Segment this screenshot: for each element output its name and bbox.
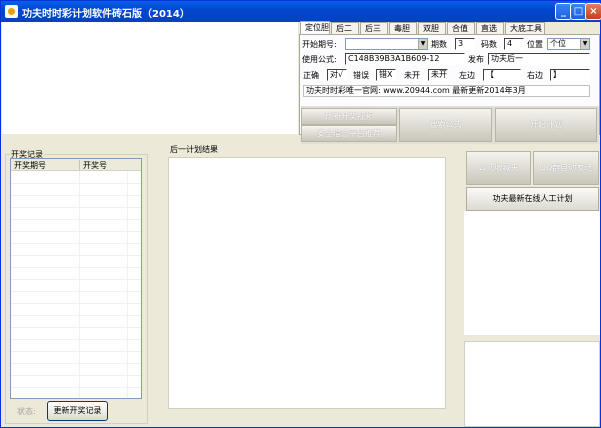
row-line <box>11 207 141 208</box>
publish-label: 发布 <box>468 55 484 64</box>
row-line <box>11 363 141 364</box>
correct-label: 正确 <box>303 71 319 80</box>
position-value: 个位 <box>550 39 566 48</box>
app-window: 功夫时时彩计划软件砖石版（2014） _ □ × 定位胆 后二 后三 毒胆 双胆… <box>0 0 601 428</box>
site-info-text: 功夫时时彩唯一官网: www.20944.com 最新更新2014年3月 <box>303 85 590 97</box>
plan-result-label: 后一计划结果 <box>170 145 218 154</box>
row-line <box>11 303 141 304</box>
row-line <box>11 327 141 328</box>
position-label: 位置 <box>527 40 543 49</box>
search-formula-button[interactable]: 搜索公式 <box>399 108 492 142</box>
chevron-down-icon: ▼ <box>580 39 589 49</box>
row-line <box>11 387 141 388</box>
close-button[interactable]: × <box>585 3 601 20</box>
formula-favorites-button[interactable]: 公式收藏夹 <box>466 151 531 185</box>
top-left-blank-area <box>2 22 298 134</box>
row-line <box>11 279 141 280</box>
formula-favorites-label: 公式收藏夹 <box>478 163 519 172</box>
update-records-button[interactable]: 更新开奖记录 <box>47 401 108 421</box>
row-line <box>11 255 141 256</box>
not-open-input[interactable]: 未开 <box>428 69 448 81</box>
safe-platform-button[interactable]: 安全信誉平台推荐 <box>301 125 397 142</box>
start-period-label: 开始期号: <box>302 40 337 49</box>
row-line <box>11 219 141 220</box>
left-label: 左边 <box>459 71 475 80</box>
correct-input[interactable]: 对√ <box>327 69 347 81</box>
records-list[interactable]: 开奖期号 开奖号 <box>10 158 142 399</box>
row-line <box>11 183 141 184</box>
plan-result-textarea[interactable] <box>168 157 446 409</box>
right-bottom-area <box>464 341 600 427</box>
refresh-video-button[interactable]: 刷新开奖视频 <box>301 108 397 125</box>
periods-input[interactable]: 3 <box>455 38 475 50</box>
row-line <box>11 315 141 316</box>
row-line <box>11 291 141 292</box>
right-button-group: 公式收藏夹 QQ群自动发送 <box>466 151 599 185</box>
records-list-header: 开奖期号 开奖号 <box>11 159 141 171</box>
wrong-input[interactable]: 错X <box>376 69 396 81</box>
row-line <box>11 339 141 340</box>
code-count-label: 码数 <box>481 40 497 49</box>
app-icon <box>5 5 18 18</box>
header-separator <box>79 160 80 170</box>
right-input[interactable]: 】 <box>550 69 590 81</box>
position-select[interactable]: 个位 ▼ <box>547 38 590 50</box>
chevron-down-icon: ▼ <box>418 39 427 49</box>
row-line <box>11 195 141 196</box>
start-plan-label: 开始计划 <box>530 120 562 129</box>
periods-label: 期数 <box>431 40 447 49</box>
row-line <box>11 351 141 352</box>
row-line <box>11 243 141 244</box>
action-button-bar: 刷新开奖视频 安全信誉平台推荐 搜索公式 开始计划 <box>301 106 599 144</box>
qq-auto-send-label: QQ群自动发送 <box>539 163 593 172</box>
col-number-header[interactable]: 开奖号 <box>83 160 107 171</box>
search-formula-label: 搜索公式 <box>429 120 462 129</box>
col-period-header[interactable]: 开奖期号 <box>14 160 46 171</box>
refresh-video-label: 刷新开奖视频 <box>325 112 373 121</box>
row-line <box>11 231 141 232</box>
title-bar: 功夫时时彩计划软件砖石版（2014） _ □ × <box>1 1 601 22</box>
start-period-select[interactable]: ▼ <box>345 38 428 50</box>
safe-platform-label: 安全信誉平台推荐 <box>317 129 381 138</box>
start-plan-button[interactable]: 开始计划 <box>495 108 597 142</box>
publish-input[interactable]: 功夫后一 <box>488 53 590 65</box>
wrong-label: 错误 <box>353 71 369 80</box>
code-count-input[interactable]: 4 <box>504 38 524 50</box>
row-line <box>11 375 141 376</box>
latest-online-plan-button[interactable]: 功夫最新在线人工计划 <box>466 187 599 211</box>
right-info-area <box>464 211 600 335</box>
not-open-label: 未开 <box>404 71 420 80</box>
row-line <box>11 267 141 268</box>
qq-auto-send-button[interactable]: QQ群自动发送 <box>533 151 599 185</box>
left-input[interactable]: 【 <box>483 69 521 81</box>
window-title: 功夫时时彩计划软件砖石版（2014） <box>22 9 190 20</box>
right-label: 右边 <box>527 71 543 80</box>
formula-label: 使用公式: <box>302 55 337 64</box>
status-label: 状态: <box>17 407 36 416</box>
formula-input[interactable]: C148B39B3A1B609-12 <box>345 53 465 65</box>
